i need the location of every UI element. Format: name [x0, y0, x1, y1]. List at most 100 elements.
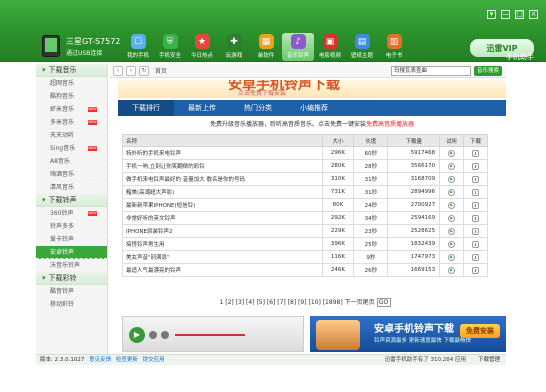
feedback-link[interactable]: 意见反馈 — [89, 357, 111, 363]
song-name[interactable]: 手机一响,立刻让你笑翻倒的彩铃 — [122, 159, 323, 173]
play-icon[interactable]: ▶ — [448, 162, 456, 170]
download-icon[interactable]: ⬇ — [472, 175, 480, 183]
nav-item-0[interactable]: ☐ 我的手机 — [122, 33, 154, 61]
stop-icon[interactable] — [149, 331, 157, 339]
sidebar-item[interactable]: 铃声多多 — [36, 220, 107, 233]
sidebar-category[interactable]: ▾ 下载铃声 — [36, 194, 107, 207]
table-row[interactable]: 搞怪铃声男生用 396K 25秒 1832439 ▶ ⬇ — [122, 237, 488, 251]
column-header[interactable]: 长度 — [353, 134, 389, 147]
sidebar-item[interactable]: 爱卡铃声 — [36, 233, 107, 246]
sidebar-item[interactable]: 嗨酒音乐 — [36, 168, 107, 181]
play-icon[interactable]: ▶ — [129, 327, 145, 343]
download-manage-button[interactable]: 下载管理 — [478, 355, 500, 366]
song-name[interactable]: 最适人气最漂亮的铃声 — [122, 263, 323, 277]
table-row[interactable]: 特外听的手机来电铃声 296K 60秒 5917468 ▶ ⬇ — [122, 146, 488, 160]
sidebar-item[interactable]: 酷狗音乐 — [36, 90, 107, 103]
go-button[interactable]: GO — [376, 298, 391, 307]
ad-banner[interactable]: 安卓手机铃声下载 铃声资源最多 更新速度最快 下载最畅快 免费安装 — [310, 316, 506, 352]
nav-item-1[interactable]: ⛨ 手机安全 — [154, 33, 186, 61]
download-icon[interactable]: ⬇ — [472, 188, 480, 196]
song-name[interactable]: 最新新苹果IPHONE(短信铃) — [122, 198, 323, 212]
home-link[interactable]: 首页 — [155, 66, 167, 75]
table-row[interactable]: 美女声音"别满息" 116K 9秒 1747973 ▶ ⬇ — [122, 250, 488, 264]
table-row[interactable]: 手机一响,立刻让你笑翻倒的彩铃 280K 28秒 3566170 ▶ ⬇ — [122, 159, 488, 173]
table-row[interactable]: 非常好听的英文铃声 292K 34秒 2594169 ▶ ⬇ — [122, 211, 488, 225]
tab-0[interactable]: 下载排行 — [118, 100, 174, 116]
tab-1[interactable]: 最新上传 — [174, 100, 230, 116]
sidebar-item[interactable]: 超网音乐 — [36, 77, 107, 90]
sidebar-item[interactable]: 酷音铃声 — [36, 285, 107, 298]
download-icon[interactable]: ⬇ — [472, 214, 480, 222]
check-update-link[interactable]: 检查更新 — [116, 357, 138, 363]
download-icon[interactable]: ⬇ — [472, 162, 480, 170]
column-header[interactable]: 大小 — [321, 134, 355, 147]
tab-3[interactable]: 小编推荐 — [286, 100, 342, 116]
sidebar-item[interactable]: 360铃声 NEW — [36, 207, 107, 220]
play-icon[interactable]: ▶ — [448, 188, 456, 196]
column-header[interactable]: 下载 — [463, 134, 488, 147]
play-icon[interactable]: ▶ — [448, 175, 456, 183]
play-icon[interactable]: ▶ — [448, 201, 456, 209]
notice-highlight-link[interactable]: 免费高音质播放器 — [366, 121, 414, 128]
download-icon[interactable]: ⬇ — [472, 266, 480, 274]
song-name[interactable]: IPHONE原装铃声2 — [122, 224, 323, 238]
play-icon[interactable]: ▶ — [448, 149, 456, 157]
sidebar-item[interactable]: 天天动听 — [36, 129, 107, 142]
pause-icon[interactable] — [161, 331, 169, 339]
forward-icon[interactable]: › — [126, 65, 136, 76]
nav-item-3[interactable]: ✚ 玩游戏 — [218, 33, 250, 61]
sidebar-item[interactable]: 虾米音乐 NEW — [36, 103, 107, 116]
song-name[interactable]: 黯美(高潮超大声影) — [122, 185, 323, 199]
table-row[interactable]: 做手机来电铃声最好的 音量加大 歌名是你的号码 310K 31秒 3168709 ▶ ⬇ — [122, 172, 488, 186]
column-header[interactable]: 下载量 — [387, 134, 441, 147]
sidebar-item[interactable]: Sing音乐 NEW — [36, 142, 107, 155]
column-header[interactable]: 试听 — [439, 134, 465, 147]
song-name[interactable]: 美女声音"别满息" — [122, 250, 323, 264]
download-icon[interactable]: ⬇ — [472, 253, 480, 261]
page-links[interactable]: 1 [2] [3] [4] [5] [6] [7] [8] [9] [10] — [220, 299, 321, 306]
maximize-icon[interactable]: □ — [515, 10, 524, 19]
nav-item-4[interactable]: ▦ 装软件 — [250, 33, 282, 61]
progress-bar[interactable] — [175, 334, 245, 336]
sidebar-category[interactable]: ▾ 下载音乐 — [36, 64, 107, 77]
tab-2[interactable]: 热门分类 — [230, 100, 286, 116]
sidebar-item[interactable]: 清风音乐 — [36, 181, 107, 194]
play-icon[interactable]: ▶ — [448, 214, 456, 222]
play-icon[interactable]: ▶ — [448, 227, 456, 235]
nav-item-7[interactable]: ▤ 壁纸主题 — [346, 33, 378, 61]
top-banner[interactable]: 安卓手机铃声下载 点击免费下载安装 — [118, 80, 506, 98]
song-name[interactable]: 搞怪铃声男生用 — [122, 237, 323, 251]
play-icon[interactable]: ▶ — [448, 266, 456, 274]
nav-item-8[interactable]: ▥ 电子书 — [378, 33, 410, 61]
download-icon[interactable]: ⬇ — [472, 201, 480, 209]
download-icon[interactable]: ⬇ — [472, 149, 480, 157]
table-row[interactable]: 黯美(高潮超大声影) 731K 31秒 2894996 ▶ ⬇ — [122, 185, 488, 199]
song-name[interactable]: 特外听的手机来电铃声 — [122, 146, 323, 160]
sidebar-item[interactable]: 移动彩铃 — [36, 298, 107, 311]
minimize-icon[interactable]: — — [501, 10, 510, 19]
sidebar-item[interactable]: A8音乐 — [36, 155, 107, 168]
sidebar-item[interactable]: 沃音乐铃声 — [36, 259, 107, 272]
refresh-icon[interactable]: ↻ — [139, 65, 149, 76]
back-icon[interactable]: ‹ — [113, 65, 123, 76]
close-icon[interactable]: × — [529, 10, 538, 19]
play-icon[interactable]: ▶ — [448, 253, 456, 261]
nav-item-2[interactable]: ★ 今日热点 — [186, 33, 218, 61]
table-row[interactable]: IPHONE原装铃声2 229K 23秒 2528625 ▶ ⬇ — [122, 224, 488, 238]
sidebar-item[interactable]: 安卓铃声 — [36, 246, 107, 259]
ad-install-button[interactable]: 免费安装 — [460, 324, 500, 338]
search-input[interactable]: 玛搜瓦表查曲 — [391, 66, 471, 76]
download-icon[interactable]: ⬇ — [472, 227, 480, 235]
search-button[interactable]: 音乐搜索 — [474, 66, 502, 76]
menu-icon[interactable]: ▾ — [487, 10, 496, 19]
sidebar-category[interactable]: ▾ 下载彩铃 — [36, 272, 107, 285]
submit-app-link[interactable]: 提交应用 — [143, 357, 165, 363]
nav-item-6[interactable]: ▣ 电影视频 — [314, 33, 346, 61]
page-total[interactable]: [1898] 下一页尾页 — [323, 299, 375, 306]
table-row[interactable]: 最适人气最漂亮的铃声 246K 26秒 1669153 ▶ ⬇ — [122, 263, 488, 277]
table-row[interactable]: 最新新苹果IPHONE(短信铃) 80K 24秒 2700927 ▶ ⬇ — [122, 198, 488, 212]
play-icon[interactable]: ▶ — [448, 240, 456, 248]
download-icon[interactable]: ⬇ — [472, 240, 480, 248]
song-name[interactable]: 非常好听的英文铃声 — [122, 211, 323, 225]
nav-item-5[interactable]: ♪ 音乐铃声 — [282, 33, 314, 61]
